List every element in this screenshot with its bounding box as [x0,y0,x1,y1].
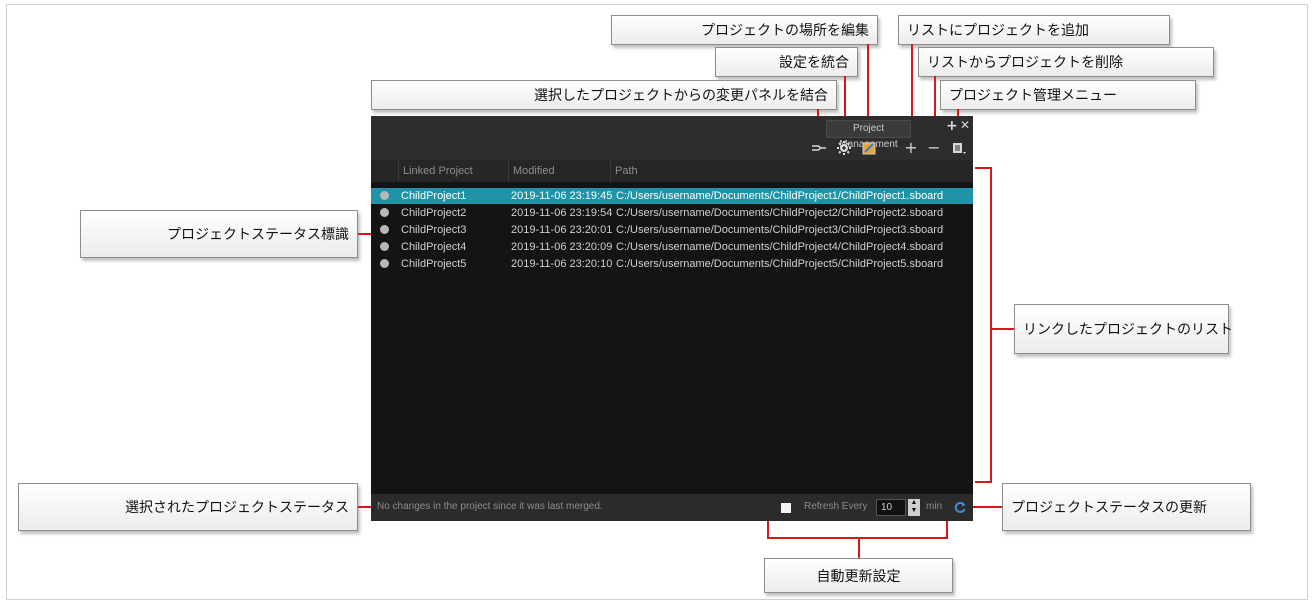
project-management-panel: Project Management + ✕ + − Linked Projec… [371,116,973,521]
tab-add-icon[interactable]: + [946,118,958,134]
row-modified: 2019-11-06 23:19:45 [511,190,613,202]
row-modified: 2019-11-06 23:19:54 [511,207,613,219]
linked-list-bracket [975,167,992,483]
column-linked-project[interactable]: Linked Project [398,160,508,182]
callout-selected-status: 選択されたプロジェクトステータス [18,483,358,531]
refresh-icon[interactable] [953,500,967,517]
connector-edit-location [867,44,869,126]
connector-linked-list [991,328,1014,330]
status-dot [380,242,389,251]
status-bar: No changes in the project since it was l… [371,494,973,521]
status-dot [380,191,389,200]
row-name: ChildProject2 [401,207,467,219]
add-icon[interactable]: + [903,140,919,156]
callout-refresh-status: プロジェクトステータスの更新 [1002,483,1251,531]
row-path: C:/Users/username/Documents/ChildProject… [616,224,944,236]
auto-refresh-checkbox[interactable] [781,503,791,513]
callout-remove-project: リストからプロジェクトを削除 [918,47,1214,77]
row-modified: 2019-11-06 23:20:01 [511,224,613,236]
refresh-interval-input[interactable]: 10 [876,499,906,516]
table-row[interactable]: ChildProject4 2019-11-06 23:20:09 C:/Use… [371,239,973,255]
row-name: ChildProject4 [401,241,467,253]
row-name: ChildProject5 [401,258,467,270]
edit-location-icon[interactable] [861,140,877,156]
close-icon[interactable]: ✕ [960,118,970,132]
callout-merge-panels: 選択したプロジェクトからの変更パネルを結合 [371,80,837,110]
merge-panels-icon[interactable] [811,140,827,156]
callout-add-project: リストにプロジェクトを追加 [898,15,1170,45]
row-name: ChildProject1 [401,190,467,202]
callout-management-menu: プロジェクト管理メニュー [940,80,1196,110]
status-text: No changes in the project since it was l… [377,501,603,512]
refresh-unit-label: min [926,501,943,512]
callout-merge-settings: 設定を統合 [715,47,858,77]
callout-status-indicator: プロジェクトステータス標識 [80,210,358,258]
list-header: Linked Project Modified Path [371,160,973,182]
merge-settings-icon[interactable] [836,140,852,156]
column-modified[interactable]: Modified [508,160,610,182]
callout-auto-refresh: 自動更新設定 [764,558,953,593]
callout-linked-list: リンクしたプロジェクトのリスト [1014,304,1233,354]
row-path: C:/Users/username/Documents/ChildProject… [616,207,944,219]
table-row[interactable]: ChildProject5 2019-11-06 23:20:10 C:/Use… [371,256,973,272]
panel-titlebar: Project Management + ✕ + − [371,116,973,160]
table-row[interactable]: ChildProject2 2019-11-06 23:19:54 C:/Use… [371,205,973,221]
status-dot [380,259,389,268]
callout-edit-location: プロジェクトの場所を編集 [611,15,878,45]
row-path: C:/Users/username/Documents/ChildProject… [616,190,944,202]
table-row[interactable]: ChildProject3 2019-11-06 23:20:01 C:/Use… [371,222,973,238]
row-modified: 2019-11-06 23:20:10 [511,258,613,270]
status-dot [380,225,389,234]
auto-refresh-bracket [767,519,948,539]
connector-add-project [911,44,913,123]
row-name: ChildProject3 [401,224,467,236]
remove-icon[interactable]: − [926,140,942,156]
menu-icon[interactable] [951,140,967,156]
row-modified: 2019-11-06 23:20:09 [511,241,613,253]
tab-project-management[interactable]: Project Management [826,120,911,150]
refresh-every-label: Refresh Every [804,501,868,512]
table-row[interactable]: ChildProject1 2019-11-06 23:19:45 C:/Use… [371,188,973,204]
row-path: C:/Users/username/Documents/ChildProject… [616,241,944,253]
status-dot [380,208,389,217]
row-path: C:/Users/username/Documents/ChildProject… [616,258,944,270]
refresh-interval-stepper[interactable]: ▲ ▼ [908,499,920,516]
column-path[interactable]: Path [610,160,973,182]
connector-auto-refresh [858,538,860,558]
